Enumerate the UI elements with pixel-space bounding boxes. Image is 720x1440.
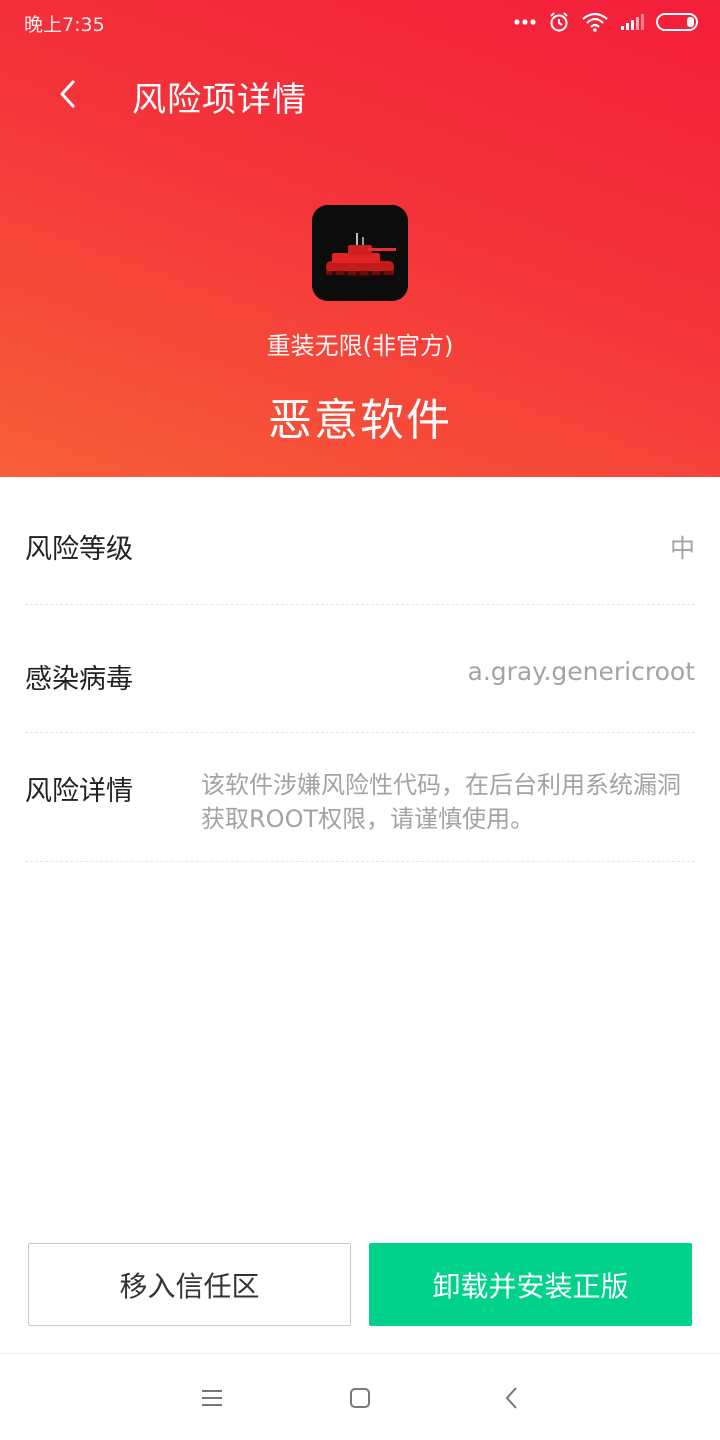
back-arrow-icon [60, 80, 75, 108]
battery-icon [656, 13, 700, 31]
uninstall-install-official-label: 卸载并安装正版 [432, 1269, 629, 1303]
virus-value: a.gray.genericroot [467, 657, 695, 686]
risk-level-row: 风险等级 中 [25, 477, 695, 605]
risk-level-value: 中 [669, 534, 695, 563]
status-bar: 晚上7:35 [0, 0, 720, 44]
tank-game-app-icon [312, 205, 408, 301]
risk-detail-row: 风险详情 该软件涉嫌风险性代码，在后台利用系统漏洞获取ROOT权限，请谨慎使用。 [25, 733, 695, 862]
menu-icon[interactable] [192, 1380, 232, 1416]
more-dots-icon [514, 18, 536, 26]
move-to-trust-label: 移入信任区 [119, 1269, 260, 1303]
risk-level-label: 风险等级 [25, 534, 133, 565]
virus-row: 感染病毒 a.gray.genericroot [25, 605, 695, 733]
risk-type-title: 恶意软件 [268, 395, 452, 446]
page-title: 风险项详情 [132, 80, 307, 120]
uninstall-install-official-button[interactable]: 卸载并安装正版 [369, 1243, 692, 1326]
app-name: 重装无限(非官方) [266, 332, 454, 360]
header-banner: 晚上7:35 风险项详情 重装无限(非官方) 恶意软件 [0, 0, 720, 477]
status-icons [514, 10, 700, 34]
alarm-icon [548, 11, 570, 33]
back-icon[interactable] [492, 1380, 532, 1416]
signal-icon [620, 13, 644, 31]
move-to-trust-button[interactable]: 移入信任区 [28, 1243, 351, 1326]
home-icon[interactable] [340, 1380, 380, 1416]
risk-detail-text: 该软件涉嫌风险性代码，在后台利用系统漏洞获取ROOT权限，请谨慎使用。 [201, 771, 681, 833]
wifi-icon [582, 12, 608, 32]
status-time: 晚上7:35 [24, 14, 105, 36]
back-button[interactable] [44, 70, 92, 118]
risk-detail-label: 风险详情 [25, 776, 133, 807]
navigation-bar [0, 1353, 720, 1440]
virus-label: 感染病毒 [25, 664, 133, 695]
